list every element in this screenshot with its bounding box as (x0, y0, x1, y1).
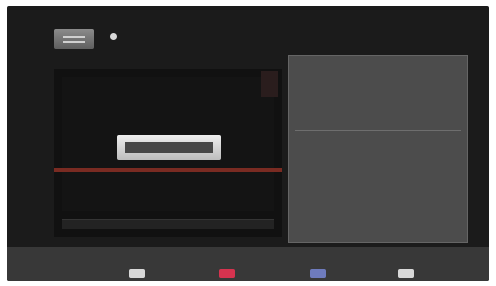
info-panel (288, 55, 468, 243)
video-preview[interactable] (54, 69, 282, 237)
red-key-icon (219, 269, 235, 278)
white-key-icon (129, 269, 145, 278)
color-button-red[interactable] (219, 269, 240, 278)
color-button-white-2[interactable] (398, 269, 419, 278)
tv-screen (7, 6, 489, 281)
panel-divider (295, 130, 461, 131)
rec-badge (261, 71, 278, 97)
accent-line (54, 168, 282, 172)
blue-key-icon (310, 269, 326, 278)
input-source[interactable] (110, 33, 123, 40)
color-button-blue[interactable] (310, 269, 331, 278)
progress-bar[interactable] (62, 219, 274, 229)
source-icon (110, 33, 117, 40)
device-image (117, 135, 221, 160)
color-button-white[interactable] (129, 269, 150, 278)
color-button-bar (7, 247, 489, 281)
white-key-icon (398, 269, 414, 278)
channel-logo-icon (54, 29, 94, 49)
